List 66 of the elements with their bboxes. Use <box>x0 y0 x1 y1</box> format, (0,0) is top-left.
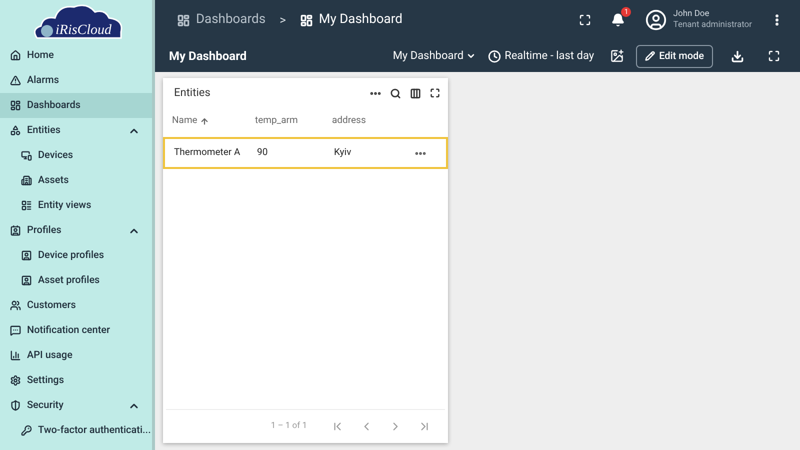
table-cell-text: Thermometer A <box>174 146 242 160</box>
sidebar-item[interactable]: Security <box>0 393 152 418</box>
sidebar-item[interactable]: Entities <box>0 118 152 143</box>
fullscreen-icon[interactable] <box>579 14 592 26</box>
sidebar-item[interactable]: API usage <box>0 343 152 368</box>
device-icon <box>21 150 32 161</box>
contact-card-icon <box>10 225 21 236</box>
dashboard-icon <box>10 100 21 111</box>
sidebar-item[interactable]: Devices <box>0 143 152 168</box>
table-cell-text: Kyiv <box>334 146 352 160</box>
sidebar-item[interactable]: Alarms <box>0 68 152 93</box>
user-role: Tenant administrator <box>673 20 752 31</box>
sidebar-item[interactable]: Profiles <box>0 218 152 243</box>
sidebar-item[interactable]: Asset profiles <box>0 268 152 293</box>
shapes-icon <box>10 125 21 136</box>
bar-chart-icon <box>10 350 21 361</box>
settings-icon <box>10 375 21 386</box>
fullscreen-icon[interactable] <box>430 88 440 98</box>
pagination-range: 1 – 1 of 1 <box>270 420 307 433</box>
column-header[interactable]: Name <box>172 114 255 128</box>
pencil-icon <box>645 51 656 61</box>
user-name: John Doe <box>673 9 710 20</box>
download-icon[interactable] <box>731 50 744 62</box>
sidebar-item[interactable]: Customers <box>0 293 152 318</box>
breadcrumb-link[interactable]: Dashboards <box>177 10 266 30</box>
timewindow-button[interactable]: Realtime - last day <box>488 48 594 64</box>
image-icon[interactable] <box>610 49 624 63</box>
dashboard-title: My Dashboard <box>169 48 247 65</box>
dashboard-icon <box>300 14 313 26</box>
fullscreen-icon[interactable] <box>768 50 780 62</box>
sidebar-item[interactable]: Settings <box>0 368 152 393</box>
message-icon <box>10 325 21 336</box>
sidebar-item[interactable]: Dashboards <box>0 93 152 118</box>
dropdown-icon <box>466 51 476 61</box>
sidebar-item[interactable]: Entity views <box>0 193 152 218</box>
table-row[interactable]: Thermometer A 90 Kyiv <box>163 137 448 169</box>
dashboard-icon <box>177 14 190 26</box>
sidebar-item[interactable]: Assets <box>0 168 152 193</box>
home-icon <box>10 50 21 61</box>
avatar-icon[interactable] <box>645 9 668 31</box>
people-icon <box>10 300 21 311</box>
last-page-icon[interactable] <box>418 420 431 433</box>
list-icon <box>21 200 32 211</box>
profile-icon <box>21 250 32 261</box>
sidebar-item[interactable]: Two-factor authenticati... <box>0 418 152 443</box>
breadcrumb-link[interactable]: My Dashboard <box>300 10 402 30</box>
breadcrumb-separator: > <box>280 12 286 29</box>
columns-icon[interactable] <box>410 88 421 98</box>
search-icon[interactable] <box>390 88 401 98</box>
warning-icon <box>10 75 21 86</box>
building-icon <box>21 175 32 186</box>
clock-icon <box>488 50 501 62</box>
widget-title: Entities <box>174 84 212 101</box>
shield-icon <box>10 400 21 411</box>
profile-icon <box>21 275 32 286</box>
sidebar-item[interactable]: Home <box>0 43 152 68</box>
sidebar-item[interactable]: Device profiles <box>0 243 152 268</box>
table-cell-text: 90 <box>257 146 269 160</box>
edit-mode-button[interactable]: Edit mode <box>636 44 713 68</box>
column-header[interactable]: address <box>332 114 412 128</box>
column-header[interactable]: temp_arm <box>255 114 332 128</box>
sidebar-item[interactable]: Notification center <box>0 318 152 343</box>
sort-arrow-icon <box>200 116 210 126</box>
key-icon <box>21 425 32 436</box>
notifications-bell-icon[interactable] <box>611 13 626 27</box>
dashboard-select[interactable]: My Dashboard <box>392 48 476 64</box>
